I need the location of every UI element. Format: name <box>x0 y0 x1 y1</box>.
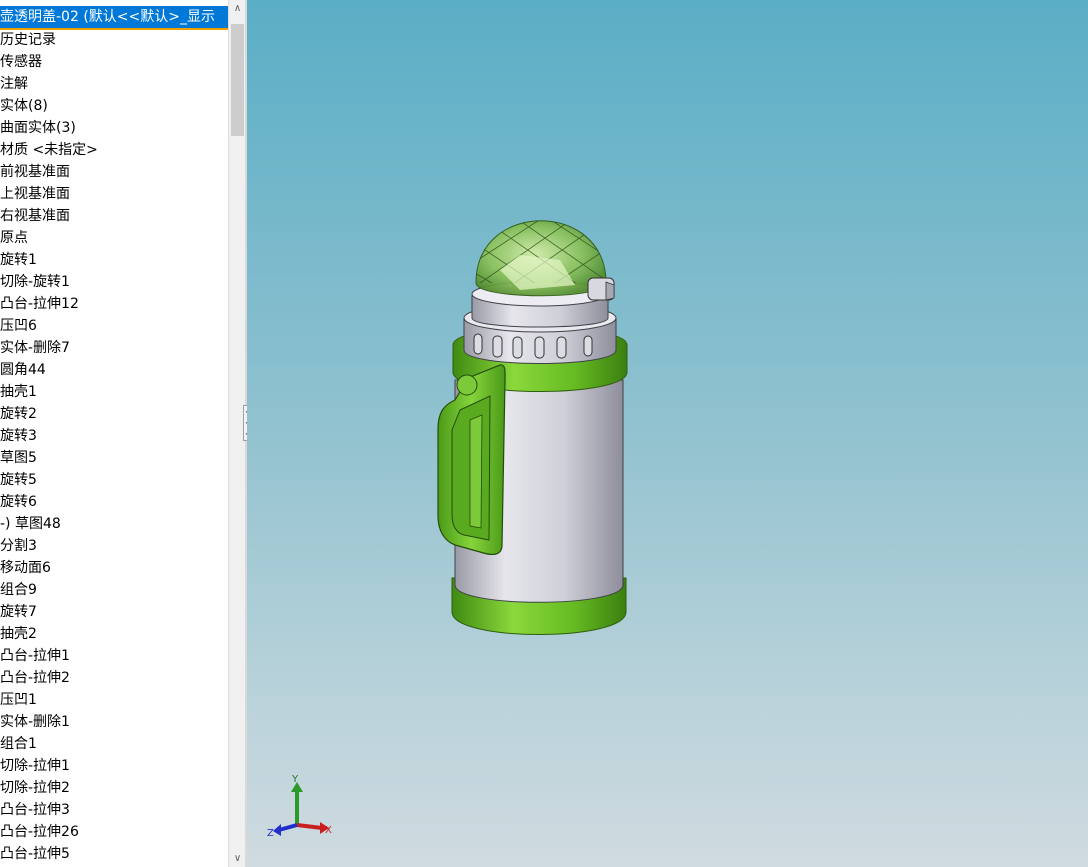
tree-item[interactable]: 实体-删除1 <box>0 711 228 733</box>
tree-item[interactable]: 分割3 <box>0 535 228 557</box>
feature-tree-list: 历史记录 传感器 注解 实体(8) 曲面实体(3) 材质 <未指定> 前视基准面 上视基准面右… <box>0 29 228 865</box>
z-axis-label: Z <box>267 828 274 839</box>
tree-item[interactable]: 旋转7 <box>0 601 228 623</box>
tree-item[interactable]: 右视基准面 <box>0 205 228 227</box>
tree-item[interactable]: -) 草图48 <box>0 513 228 535</box>
tree-item[interactable]: 实体(8) <box>0 95 228 117</box>
tree-item[interactable]: 压凹6 <box>0 315 228 337</box>
chevron-up-icon[interactable]: ∧ <box>229 0 246 17</box>
axis-triad: Y X Z <box>267 774 332 839</box>
feature-tree-panel: 壶透明盖-02 (默认<<默认>_显示 历史记录 传感器 注解 实体(8) 曲面实体(3… <box>0 0 228 867</box>
tree-item[interactable]: 旋转2 <box>0 403 228 425</box>
x-axis-label: X <box>325 825 332 836</box>
tree-item[interactable]: 凸台-拉伸12 <box>0 293 228 315</box>
tree-item[interactable]: 移动面6 <box>0 557 228 579</box>
tree-item[interactable]: 材质 <未指定> <box>0 139 228 161</box>
tree-item[interactable]: 切除-旋转1 <box>0 271 228 293</box>
tree-item[interactable]: 凸台-拉伸2 <box>0 667 228 689</box>
tree-item[interactable]: 前视基准面 <box>0 161 228 183</box>
tree-item[interactable]: 旋转1 <box>0 249 228 271</box>
tree-item[interactable]: 切除-拉伸2 <box>0 777 228 799</box>
tree-item[interactable]: 原点 <box>0 227 228 249</box>
tree-item[interactable]: 旋转5 <box>0 469 228 491</box>
tree-item[interactable]: 抽壳2 <box>0 623 228 645</box>
tree-item[interactable]: 切除-拉伸1 <box>0 755 228 777</box>
tree-item[interactable]: 抽壳1 <box>0 381 228 403</box>
tree-item[interactable]: 凸台-拉伸1 <box>0 645 228 667</box>
tree-item[interactable]: 组合9 <box>0 579 228 601</box>
y-axis-label: Y <box>291 774 299 785</box>
tree-root-item[interactable]: 壶透明盖-02 (默认<<默认>_显示 <box>0 6 228 28</box>
tree-item[interactable]: 旋转6 <box>0 491 228 513</box>
tree-item[interactable]: 凸台-拉伸26 <box>0 821 228 843</box>
tree-item[interactable]: 组合1 <box>0 733 228 755</box>
tree-item[interactable]: 凸台-拉伸3 <box>0 799 228 821</box>
tree-item[interactable]: 上视基准面 <box>0 183 228 205</box>
tree-item[interactable]: 圆角44 <box>0 359 228 381</box>
tree-item[interactable]: 历史记录 <box>0 29 228 51</box>
tree-item[interactable]: 传感器 <box>0 51 228 73</box>
tree-item[interactable]: 草图5 <box>0 447 228 469</box>
thermos-model <box>437 220 628 635</box>
tree-item[interactable]: 曲面实体(3) <box>0 117 228 139</box>
tree-item[interactable]: 实体-删除7 <box>0 337 228 359</box>
graphics-viewport[interactable]: Y X Z <box>247 0 1088 867</box>
tree-item[interactable]: 压凹1 <box>0 689 228 711</box>
tree-item[interactable]: 凸台-拉伸5 <box>0 843 228 865</box>
tree-item[interactable]: 旋转3 <box>0 425 228 447</box>
scroll-thumb[interactable] <box>231 24 244 136</box>
chevron-down-icon[interactable]: ∨ <box>229 850 246 867</box>
tree-item[interactable]: 注解 <box>0 73 228 95</box>
